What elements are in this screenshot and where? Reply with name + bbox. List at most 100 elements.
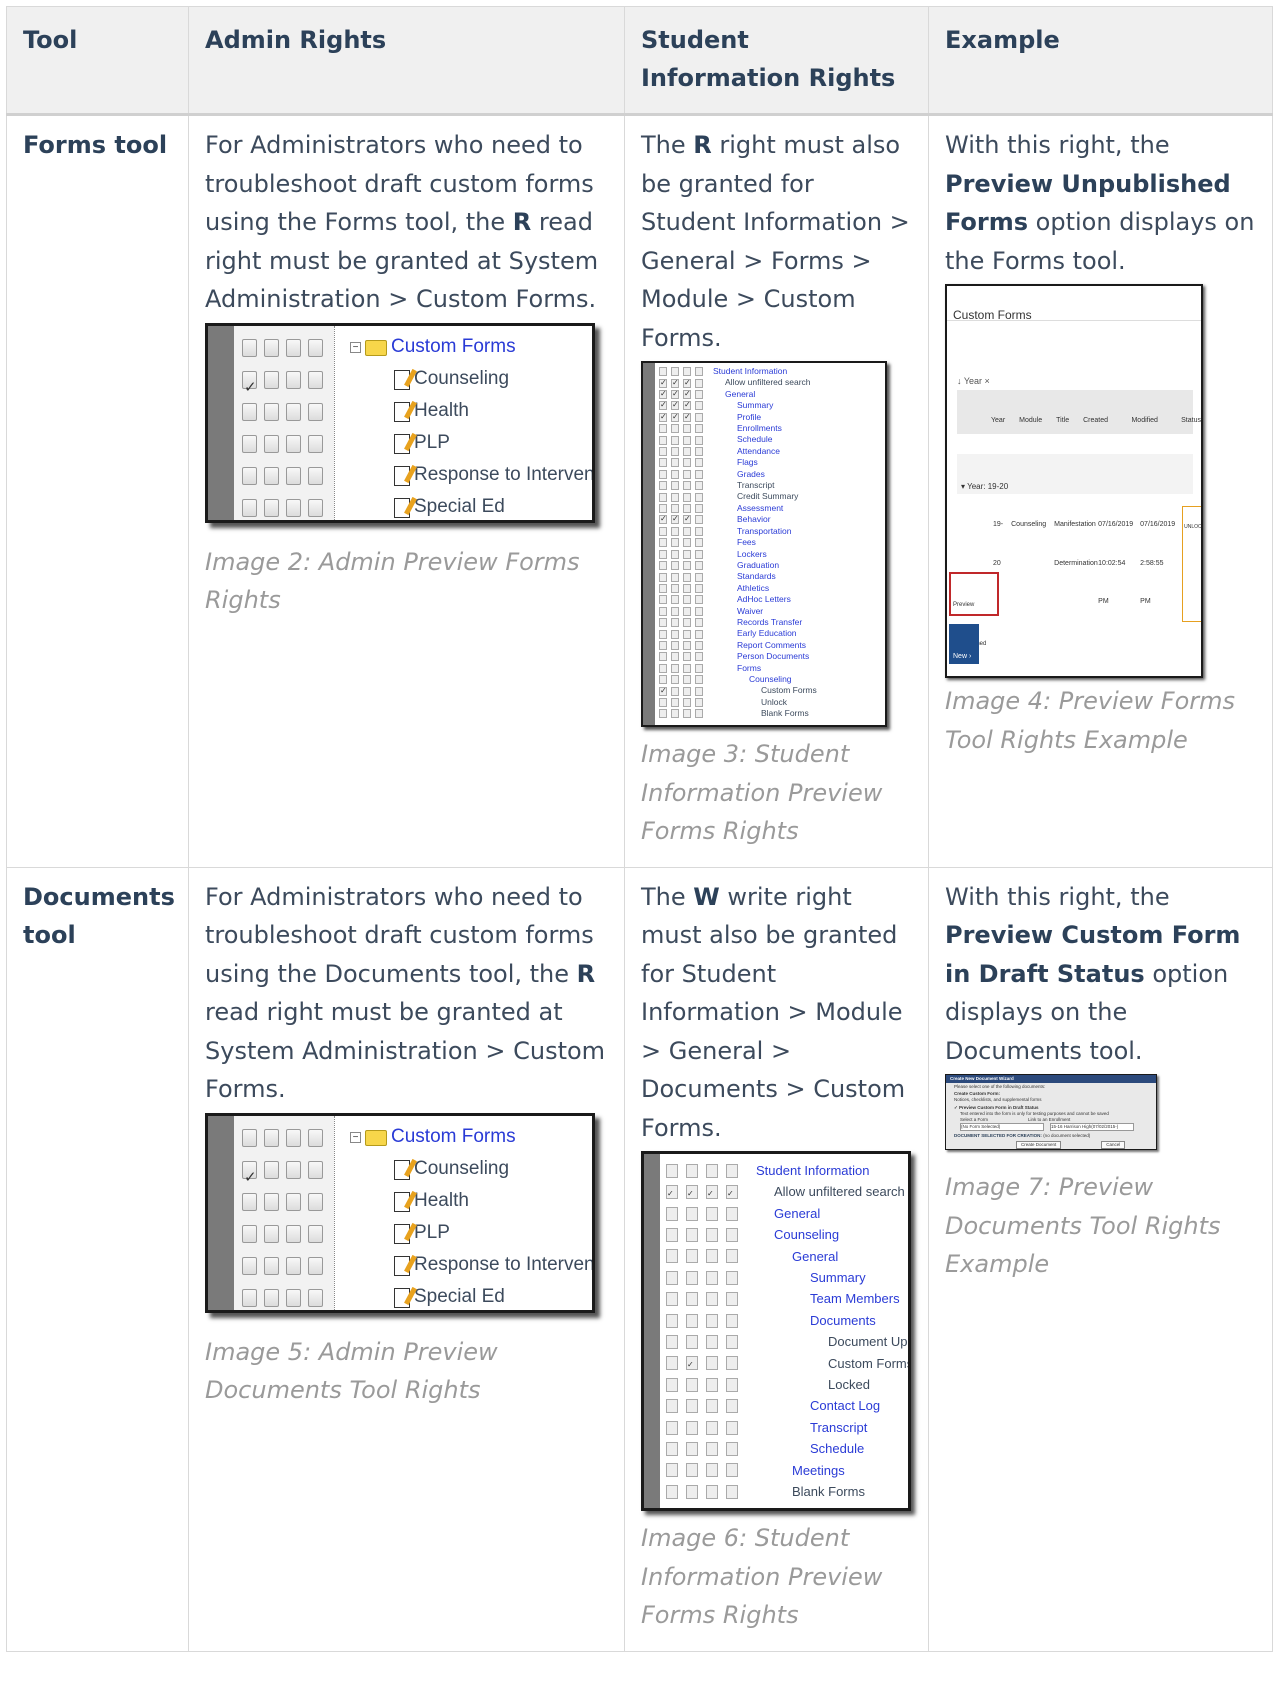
tree-item: Graduation	[659, 560, 817, 571]
image-caption: Image 6: Student Information Preview For…	[641, 1524, 883, 1629]
example-cell: With this right, the Preview Unpublished…	[928, 114, 1273, 868]
example-text: With this right, the Preview Custom Form…	[945, 882, 1241, 1065]
tool-name: Documents tool	[6, 866, 189, 1652]
example-cell: With this right, the Preview Custom Form…	[928, 866, 1273, 1652]
image-caption: Image 7: Preview Documents Tool Rights E…	[945, 1173, 1221, 1278]
form-icon	[394, 465, 410, 486]
form-icon	[394, 369, 410, 390]
student-rights-cell: The R right must also be granted for Stu…	[624, 114, 929, 868]
tree-item: General	[666, 1203, 908, 1224]
admin-tree: − Custom Forms Counseling Health PLP Resp…	[350, 1122, 592, 1310]
tree-item: Grades	[659, 469, 817, 480]
image-caption: Image 3: Student Information Preview For…	[641, 740, 883, 845]
tree-item: Custom Forms	[666, 1353, 908, 1376]
tree-item: General	[666, 1246, 908, 1267]
image-caption: Image 2: Admin Preview Forms Rights	[205, 547, 580, 615]
tree-item: Meetings	[666, 1460, 908, 1481]
tree-item: Lockers	[659, 549, 817, 560]
tree-item: Document Upload	[666, 1331, 908, 1352]
tree-item: Early Education	[659, 628, 817, 639]
rights-table: Tool Admin Rights Student Information Ri…	[6, 6, 1273, 1652]
tree-item: Summary	[666, 1267, 908, 1288]
tree-item: Counseling	[666, 1224, 908, 1245]
tree-item: Contact Log	[666, 1395, 908, 1416]
new-button[interactable]: New ›	[949, 624, 979, 664]
table-row: Forms tool For Administrators who need t…	[6, 114, 1273, 868]
tree-item: Allow unfiltered search	[659, 377, 817, 388]
tool-name: Forms tool	[6, 114, 189, 868]
tree-item: Student Information	[666, 1160, 908, 1181]
tree-item: Profile	[659, 411, 817, 423]
tree-item: Attendance	[659, 446, 817, 457]
tree-item: Report Comments	[659, 640, 817, 651]
student-forms-rights-image: Student InformationAllow unfiltered sear…	[641, 361, 887, 727]
tree-item: Transportation	[659, 526, 817, 537]
tree-item: Person Documents	[659, 651, 817, 662]
admin-rights-cell: For Administrators who need to troublesh…	[188, 114, 625, 868]
tree-item: Credit Summary	[659, 491, 817, 502]
header-admin-rights: Admin Rights	[188, 6, 625, 116]
create-document-button[interactable]: Create Document	[1016, 1141, 1062, 1149]
student-rights-text: The W write right must also be granted f…	[641, 882, 906, 1142]
tree-item: General	[659, 388, 817, 400]
tree-item: Blank Forms	[666, 1481, 908, 1502]
form-icon	[394, 1223, 410, 1244]
admin-rights-cell: For Administrators who need to troublesh…	[188, 866, 625, 1652]
header-row: Tool Admin Rights Student Information Ri…	[6, 6, 1273, 116]
tree-item: Fees	[659, 537, 817, 548]
form-icon	[394, 401, 410, 422]
tree-item: Blank Forms	[659, 708, 817, 719]
tree-item: Standards	[659, 571, 817, 582]
tree-item: Flags	[659, 457, 817, 468]
tree-item: Athletics	[659, 583, 817, 594]
admin-forms-rights-image: −Custom Forms Counseling Health PLP Resp…	[205, 322, 595, 523]
tree-item: Schedule	[659, 434, 817, 445]
form-icon	[394, 497, 410, 518]
student-documents-rights-image: Student InformationAllow unfiltered sear…	[641, 1151, 911, 1511]
form-icon	[394, 433, 410, 454]
header-tool: Tool	[6, 6, 189, 116]
tree-item: Waiver	[659, 606, 817, 617]
tree-item: Counseling	[659, 674, 817, 685]
form-icon	[394, 1159, 410, 1180]
tree-item: Summary	[659, 399, 817, 411]
tree-item: Transcript	[666, 1417, 908, 1438]
tree-item: Team Members	[666, 1288, 908, 1309]
tree-item: Documents	[666, 1310, 908, 1331]
tree-item: Assessment	[659, 503, 817, 514]
cancel-button[interactable]: Cancel	[1101, 1141, 1126, 1149]
table-row: Documents tool For Administrators who ne…	[6, 866, 1273, 1652]
forms-tool-example-image: Custom Forms ↓ Year × Year Module Title Cre…	[945, 284, 1203, 678]
tree-item: Transcript	[659, 480, 817, 491]
preview-unpublished-forms-button[interactable]: Preview Unpublished Forms	[949, 572, 999, 647]
admin-rights-text: For Administrators who need to troublesh…	[205, 131, 599, 313]
tree-item: Locked	[666, 1374, 908, 1395]
tree-item: Schedule	[666, 1438, 908, 1459]
tree-item: Forms	[659, 663, 817, 674]
student-rights-cell: The W write right must also be granted f…	[624, 866, 929, 1652]
form-icon	[394, 1287, 410, 1308]
image-caption: Image 5: Admin Preview Documents Tool Ri…	[205, 1337, 498, 1405]
header-student-rights: Student Information Rights	[624, 6, 929, 116]
tree-item: AdHoc Letters	[659, 594, 817, 605]
form-icon	[394, 1255, 410, 1276]
tree-item: Custom Forms	[659, 685, 817, 696]
tree-item: Behavior	[659, 513, 817, 525]
form-icon	[394, 1191, 410, 1212]
tree-item: Unlock	[659, 697, 817, 708]
admin-documents-rights-image: −Custom Forms Counseling Health PLP Resp…	[205, 1112, 595, 1313]
student-rights-text: The R right must also be granted for Stu…	[641, 131, 910, 352]
checkbox-column	[234, 325, 334, 520]
header-example: Example	[928, 6, 1273, 116]
folder-icon	[365, 1129, 387, 1146]
tree-item: Records Transfer	[659, 617, 817, 628]
tree-item: Enrollments	[659, 423, 817, 434]
example-text: With this right, the Preview Unpublished…	[945, 131, 1255, 275]
tree-item: Allow unfiltered search	[666, 1181, 908, 1205]
checkbox-column	[234, 1115, 334, 1310]
folder-icon	[365, 339, 387, 356]
image-caption: Image 4: Preview Forms Tool Rights Examp…	[945, 687, 1236, 754]
admin-tree: − Custom Forms Counseling Health PLP Resp…	[350, 332, 592, 520]
tree-item: Student Information	[659, 366, 817, 377]
documents-tool-example-image: Create New Document Wizard Please select…	[945, 1074, 1157, 1150]
